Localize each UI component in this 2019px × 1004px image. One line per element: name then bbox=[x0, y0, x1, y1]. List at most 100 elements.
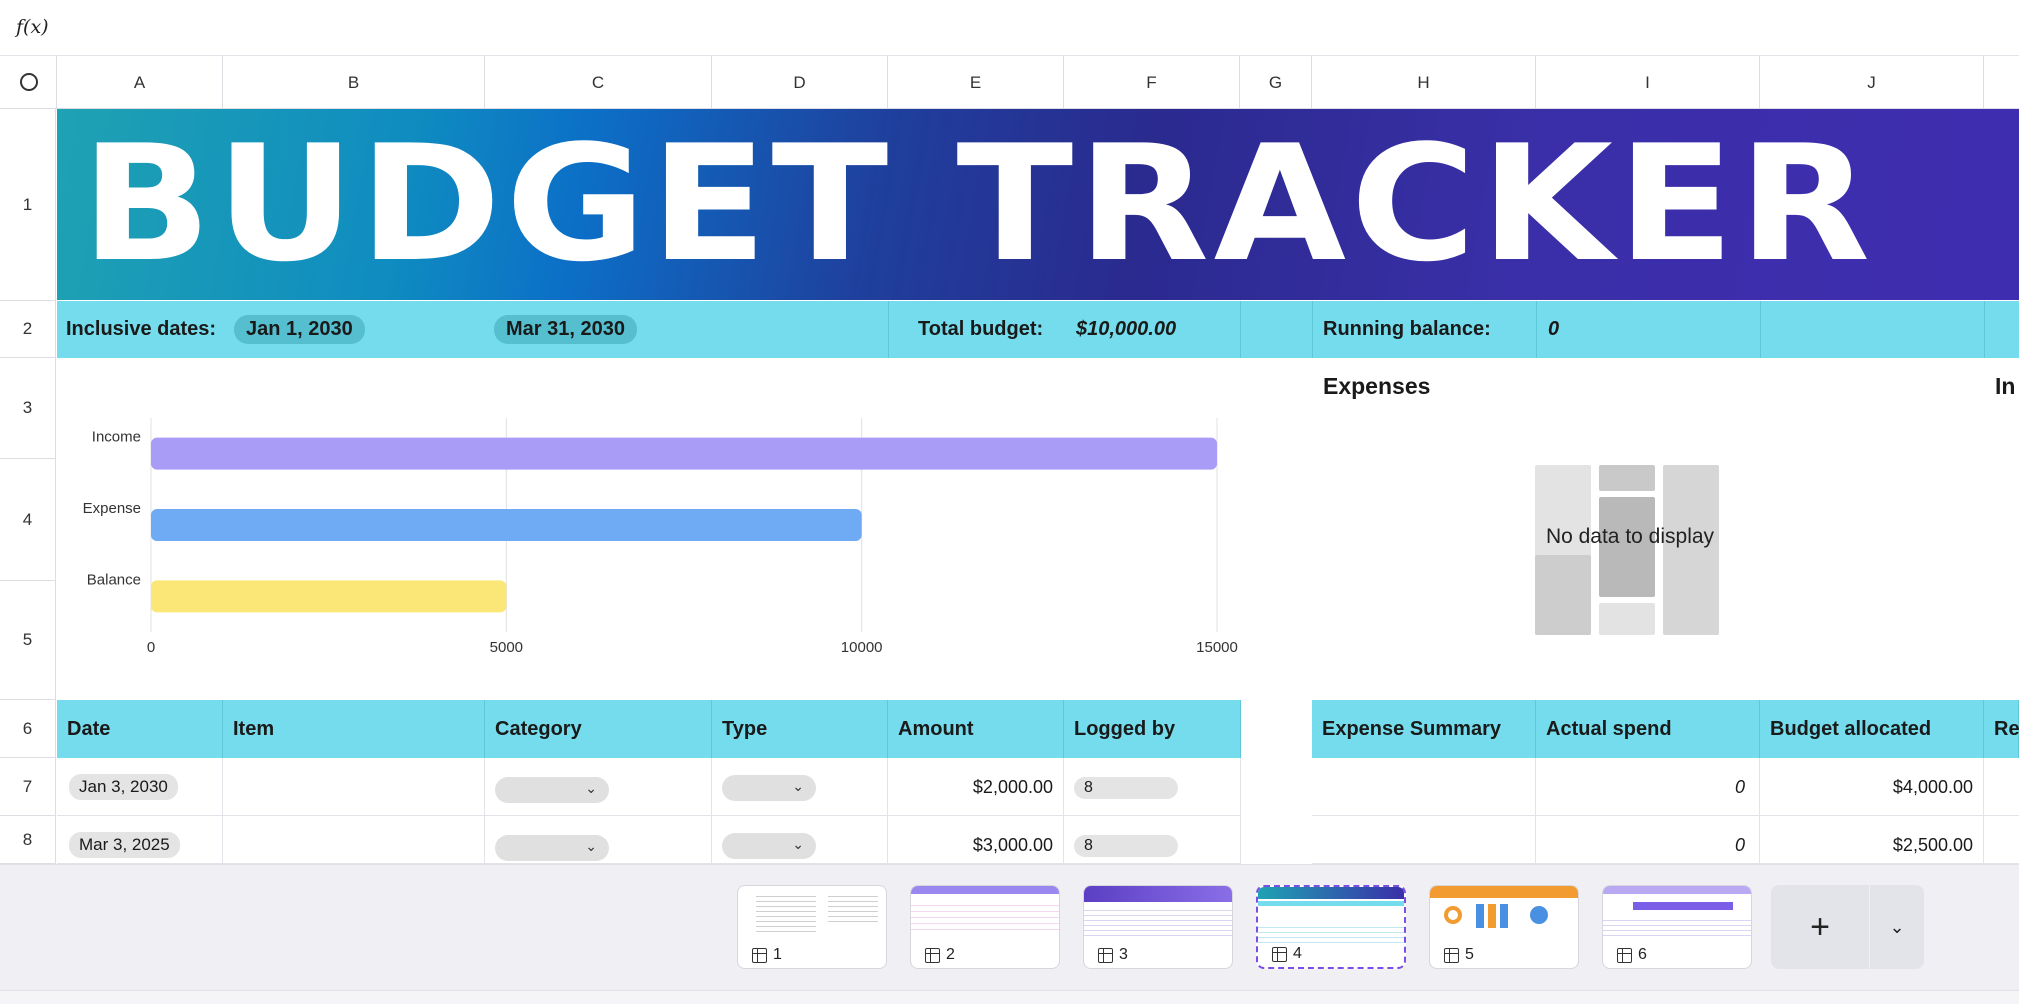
chart-bar-expense[interactable] bbox=[151, 509, 862, 541]
sheet-options-button[interactable]: ⌄ bbox=[1870, 885, 1924, 969]
start-date-cell[interactable]: Jan 1, 2030 bbox=[234, 301, 365, 358]
type-dropdown[interactable]: ⌄ bbox=[722, 833, 816, 859]
category-dropdown[interactable]: ⌄ bbox=[495, 777, 609, 803]
category-dropdown[interactable]: ⌄ bbox=[495, 835, 609, 861]
thumbnail-preview bbox=[1530, 906, 1548, 924]
sheet-number: 3 bbox=[1119, 946, 1128, 963]
amount-value: $2,000.00 bbox=[972, 776, 1053, 797]
date-cell[interactable]: Jan 3, 2030 bbox=[57, 758, 223, 816]
chart-bar-income[interactable] bbox=[151, 437, 1217, 470]
thumbnail-preview bbox=[1476, 904, 1516, 928]
expenses-no-data-placeholder: No data to display bbox=[1535, 465, 1725, 635]
divider-e bbox=[888, 301, 889, 358]
expense-summary-cell[interactable] bbox=[1312, 758, 1536, 816]
actual-spend-cell[interactable]: 0 bbox=[1536, 758, 1760, 816]
thumbnail-preview bbox=[828, 892, 878, 922]
sheet-number: 2 bbox=[946, 946, 955, 963]
chevron-down-icon: ⌄ bbox=[585, 838, 597, 854]
amount-cell[interactable]: $2,000.00 bbox=[888, 758, 1064, 816]
add-sheet-button[interactable]: + bbox=[1771, 885, 1869, 969]
running-balance-label: Running balance: bbox=[1323, 318, 1491, 340]
thumbnail-preview bbox=[1633, 902, 1733, 910]
budget-allocated-cell[interactable]: $4,000.00 bbox=[1760, 758, 1984, 816]
expense-summary-header-row: Expense Summary Actual spend Budget allo… bbox=[1312, 700, 2019, 758]
total-budget-value[interactable]: $10,000.00 bbox=[1076, 301, 1176, 358]
select-all-circle-icon[interactable] bbox=[20, 73, 38, 91]
plus-icon: + bbox=[1810, 907, 1830, 946]
column-header-j[interactable]: J bbox=[1760, 56, 1984, 109]
row-header-7[interactable]: 7 bbox=[0, 758, 56, 816]
chart-bar-balance[interactable] bbox=[151, 580, 507, 613]
thumbnail-preview bbox=[1430, 886, 1578, 898]
header-item[interactable]: Item bbox=[223, 700, 485, 758]
chart-category-label: Expense bbox=[83, 500, 141, 517]
column-header-e[interactable]: E bbox=[888, 56, 1064, 109]
title-banner[interactable]: BUDGET TRACKER bbox=[57, 109, 2019, 300]
header-expense-summary[interactable]: Expense Summary bbox=[1312, 700, 1536, 758]
sheet-number: 4 bbox=[1293, 945, 1302, 962]
thumbnail-preview bbox=[1258, 923, 1404, 943]
row-header-5[interactable]: 5 bbox=[0, 581, 56, 700]
category-cell[interactable]: ⌄ bbox=[485, 758, 712, 816]
chevron-down-icon: ⌄ bbox=[792, 836, 804, 852]
row-header-1[interactable]: 1 bbox=[0, 109, 56, 301]
running-balance-value[interactable]: 0 bbox=[1548, 301, 1559, 358]
column-header-c[interactable]: C bbox=[485, 56, 712, 109]
row-header-3[interactable]: 3 bbox=[0, 358, 56, 459]
income-expense-balance-chart[interactable]: 0 5000 10000 15000 Income Expense Balance bbox=[57, 400, 1257, 660]
header-type[interactable]: Type bbox=[712, 700, 888, 758]
sheet-grid-icon bbox=[1444, 947, 1459, 963]
summary-table-row: 0 $4,000.00 bbox=[1312, 758, 2019, 816]
thumbnail-preview bbox=[1084, 886, 1232, 902]
thumbnail-preview bbox=[1603, 916, 1751, 938]
banner-title: BUDGET TRACKER bbox=[81, 110, 1875, 297]
row-header-6[interactable]: 6 bbox=[0, 700, 56, 758]
date-pill: Jan 3, 2030 bbox=[69, 774, 178, 800]
chart-x-tick-label: 15000 bbox=[1196, 639, 1238, 656]
sheet-thumbnail-6[interactable]: 6 bbox=[1602, 885, 1752, 969]
header-amount[interactable]: Amount bbox=[888, 700, 1064, 758]
table-row: Jan 3, 2030 ⌄ ⌄ $2,000.00 8 bbox=[57, 758, 1241, 816]
sheet-thumbnail-2[interactable]: 2 bbox=[910, 885, 1060, 969]
chart-x-tick-label: 5000 bbox=[490, 639, 523, 656]
formula-bar[interactable]: f(x) bbox=[0, 0, 2019, 56]
row-header-8[interactable]: 8 bbox=[0, 816, 56, 864]
end-date-cell[interactable]: Mar 31, 2030 bbox=[494, 301, 637, 358]
item-cell[interactable] bbox=[223, 758, 485, 816]
placeholder-block bbox=[1599, 465, 1655, 491]
row-header-4[interactable]: 4 bbox=[0, 459, 56, 581]
sheet-number: 1 bbox=[773, 946, 782, 963]
header-actual-spend[interactable]: Actual spend bbox=[1536, 700, 1760, 758]
sheet-grid-icon bbox=[1617, 947, 1632, 963]
column-header-f[interactable]: F bbox=[1064, 56, 1240, 109]
column-header-b[interactable]: B bbox=[223, 56, 485, 109]
chart-x-tick-label: 0 bbox=[147, 639, 155, 656]
type-cell[interactable]: ⌄ bbox=[712, 758, 888, 816]
sheet-thumbnail-1[interactable]: 1 bbox=[737, 885, 887, 969]
sheet-thumbnail-5[interactable]: 5 bbox=[1429, 885, 1579, 969]
header-date[interactable]: Date bbox=[57, 700, 223, 758]
transactions-header-row: Date Item Category Type Amount Logged by bbox=[57, 700, 1241, 758]
header-remaining-partial[interactable]: Re bbox=[1984, 700, 2019, 758]
expenses-section-title: Expenses bbox=[1323, 373, 1431, 399]
header-category[interactable]: Category bbox=[485, 700, 712, 758]
chevron-down-icon: ⌄ bbox=[1889, 916, 1905, 937]
row-header-2[interactable]: 2 bbox=[0, 301, 56, 358]
thumbnail-preview bbox=[911, 886, 1059, 894]
header-budget-allocated[interactable]: Budget allocated bbox=[1760, 700, 1984, 758]
logged-by-cell[interactable]: 8 bbox=[1064, 758, 1241, 816]
column-header-d[interactable]: D bbox=[712, 56, 888, 109]
divider-i bbox=[1536, 301, 1537, 358]
sheet-thumbnail-4[interactable]: 4 bbox=[1256, 885, 1406, 969]
chevron-down-icon: ⌄ bbox=[585, 780, 597, 796]
chevron-down-icon: ⌄ bbox=[792, 778, 804, 794]
sheet-thumbnail-3[interactable]: 3 bbox=[1083, 885, 1233, 969]
column-header-g[interactable]: G bbox=[1240, 56, 1312, 109]
column-header-a[interactable]: A bbox=[57, 56, 223, 109]
sheet-number: 5 bbox=[1465, 946, 1474, 963]
sheet-number: 6 bbox=[1638, 946, 1647, 963]
header-logged-by[interactable]: Logged by bbox=[1064, 700, 1241, 758]
column-header-i[interactable]: I bbox=[1536, 56, 1760, 109]
type-dropdown[interactable]: ⌄ bbox=[722, 775, 816, 801]
column-header-h[interactable]: H bbox=[1312, 56, 1536, 109]
